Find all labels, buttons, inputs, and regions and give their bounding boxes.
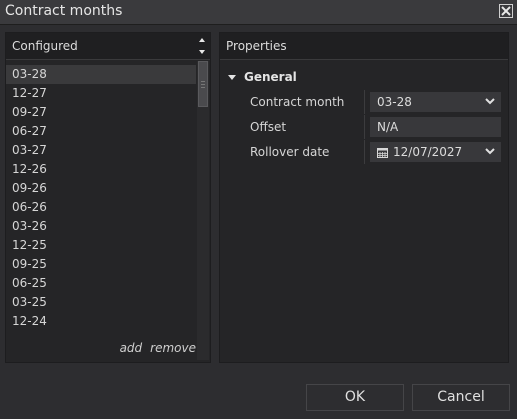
property-row-offset: Offset N/A [220, 115, 510, 139]
chevron-down-icon [485, 148, 495, 155]
close-icon [501, 6, 511, 16]
list-item[interactable]: 12-24 [6, 312, 196, 331]
property-label: Rollover date [250, 145, 330, 159]
list-item[interactable]: 09-27 [6, 103, 196, 122]
window-title: Contract months [5, 3, 123, 19]
list-item[interactable]: 09-26 [6, 179, 196, 198]
contract-month-dropdown[interactable]: 03-28 [370, 92, 501, 112]
ok-button[interactable]: OK [306, 384, 404, 411]
configured-header: Configured [6, 33, 210, 60]
contract-month-value: 03-28 [377, 95, 412, 109]
list-item[interactable]: 03-28 [6, 65, 196, 84]
cancel-button[interactable]: Cancel [412, 384, 510, 411]
list-item[interactable]: 03-25 [6, 293, 196, 312]
list-item[interactable]: 06-27 [6, 122, 196, 141]
list-item[interactable]: 03-26 [6, 217, 196, 236]
title-bar: Contract months [0, 0, 517, 25]
property-row-contract-month: Contract month 03-28 [220, 90, 510, 114]
configured-panel: Configured 03-28 12-27 09-27 06-27 03-27 12-2… [5, 32, 211, 363]
list-actions: add remove [6, 341, 196, 355]
list-scrollbar[interactable] [197, 61, 209, 360]
triangle-down-icon [228, 75, 236, 80]
list-item[interactable]: 09-25 [6, 255, 196, 274]
list-item[interactable]: 12-26 [6, 160, 196, 179]
rollover-date-value: 12/07/2027 [393, 145, 463, 159]
list-item[interactable]: 06-26 [6, 198, 196, 217]
group-label: General [244, 70, 297, 84]
list-item[interactable]: 12-25 [6, 236, 196, 255]
sort-controls [196, 33, 210, 60]
group-general[interactable]: General [228, 70, 297, 84]
remove-link[interactable]: remove [150, 341, 196, 355]
calendar-icon [377, 148, 388, 158]
list-item[interactable]: 06-25 [6, 274, 196, 293]
list-item[interactable]: 12-27 [6, 84, 196, 103]
arrow-down-icon[interactable] [199, 50, 205, 54]
offset-field[interactable]: N/A [370, 117, 501, 137]
properties-panel: Properties General Contract month 03-28 … [219, 32, 509, 363]
offset-value: N/A [377, 120, 399, 134]
scrollbar-thumb[interactable] [198, 61, 208, 107]
property-row-rollover-date: Rollover date 12/07/2027 [220, 140, 510, 164]
close-button[interactable] [499, 4, 513, 18]
add-link[interactable]: add [120, 341, 143, 355]
property-label: Offset [250, 120, 287, 134]
properties-header: Properties [220, 33, 508, 60]
property-label: Contract month [250, 95, 345, 109]
chevron-down-icon [485, 98, 495, 105]
arrow-up-icon[interactable] [199, 38, 205, 42]
configured-list: 03-28 12-27 09-27 06-27 03-27 12-26 09-26 06-26… [6, 65, 196, 331]
rollover-date-picker[interactable]: 12/07/2027 [370, 142, 501, 162]
list-item[interactable]: 03-27 [6, 141, 196, 160]
